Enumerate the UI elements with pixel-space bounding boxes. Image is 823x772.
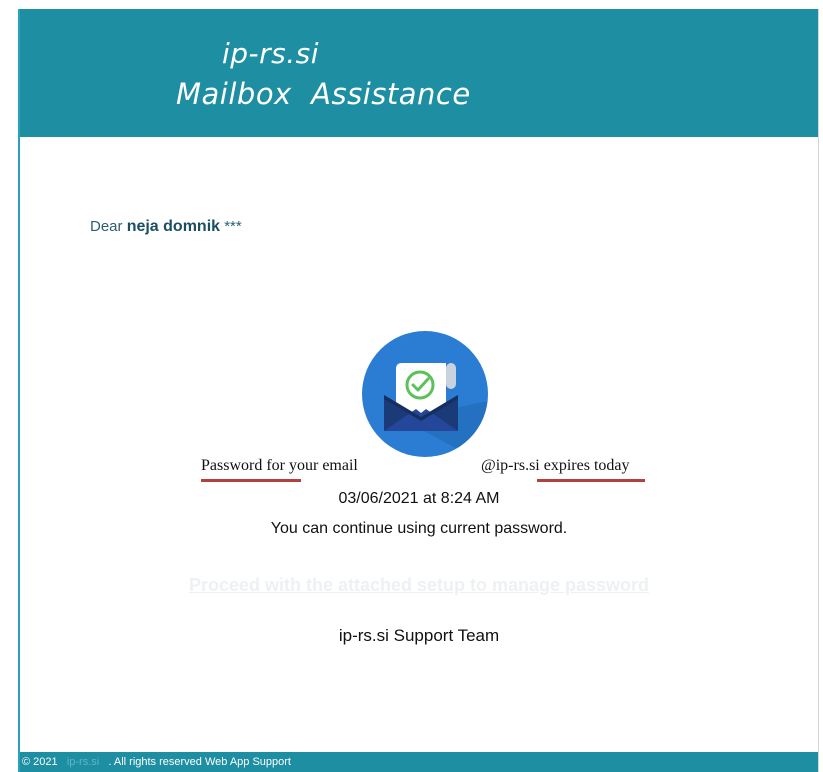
underline-mark bbox=[201, 479, 301, 482]
envelope-check-icon bbox=[362, 331, 488, 457]
manage-password-link[interactable]: Proceed with the attached setup to manag… bbox=[20, 575, 818, 596]
underline-mark bbox=[537, 479, 645, 482]
email-footer: © 2021 ip-rs.si . All rights reserved We… bbox=[20, 752, 818, 772]
expiry-date: 03/06/2021 at 8:24 AM bbox=[338, 490, 500, 507]
header-site: ip-rs.si bbox=[222, 37, 320, 70]
greeting-suffix: *** bbox=[224, 218, 242, 235]
expiry-text-part2: @ip-rs.si expires today bbox=[481, 457, 630, 474]
email-header: ip-rs.si Mailbox Assistance bbox=[20, 9, 818, 137]
footer-copyright: © 2021 bbox=[22, 756, 58, 768]
expiry-text-part1: Password for your email bbox=[201, 457, 358, 474]
header-title: Mailbox Assistance bbox=[176, 77, 471, 111]
continue-text: You can continue using current password. bbox=[270, 520, 568, 537]
greeting-prefix: Dear bbox=[90, 218, 123, 235]
footer-text: . All rights reserved Web App Support bbox=[108, 756, 291, 768]
expiry-line: Password for your email @ip-rs.si expire… bbox=[201, 457, 661, 487]
recipient-name: neja domnik bbox=[126, 218, 221, 235]
signature: ip-rs.si Support Team bbox=[338, 626, 500, 645]
footer-site: ip-rs.si bbox=[66, 756, 100, 768]
greeting: Dear neja domnik *** bbox=[90, 218, 242, 236]
email-frame: ip-rs.si Mailbox Assistance Dear neja do… bbox=[18, 9, 819, 772]
